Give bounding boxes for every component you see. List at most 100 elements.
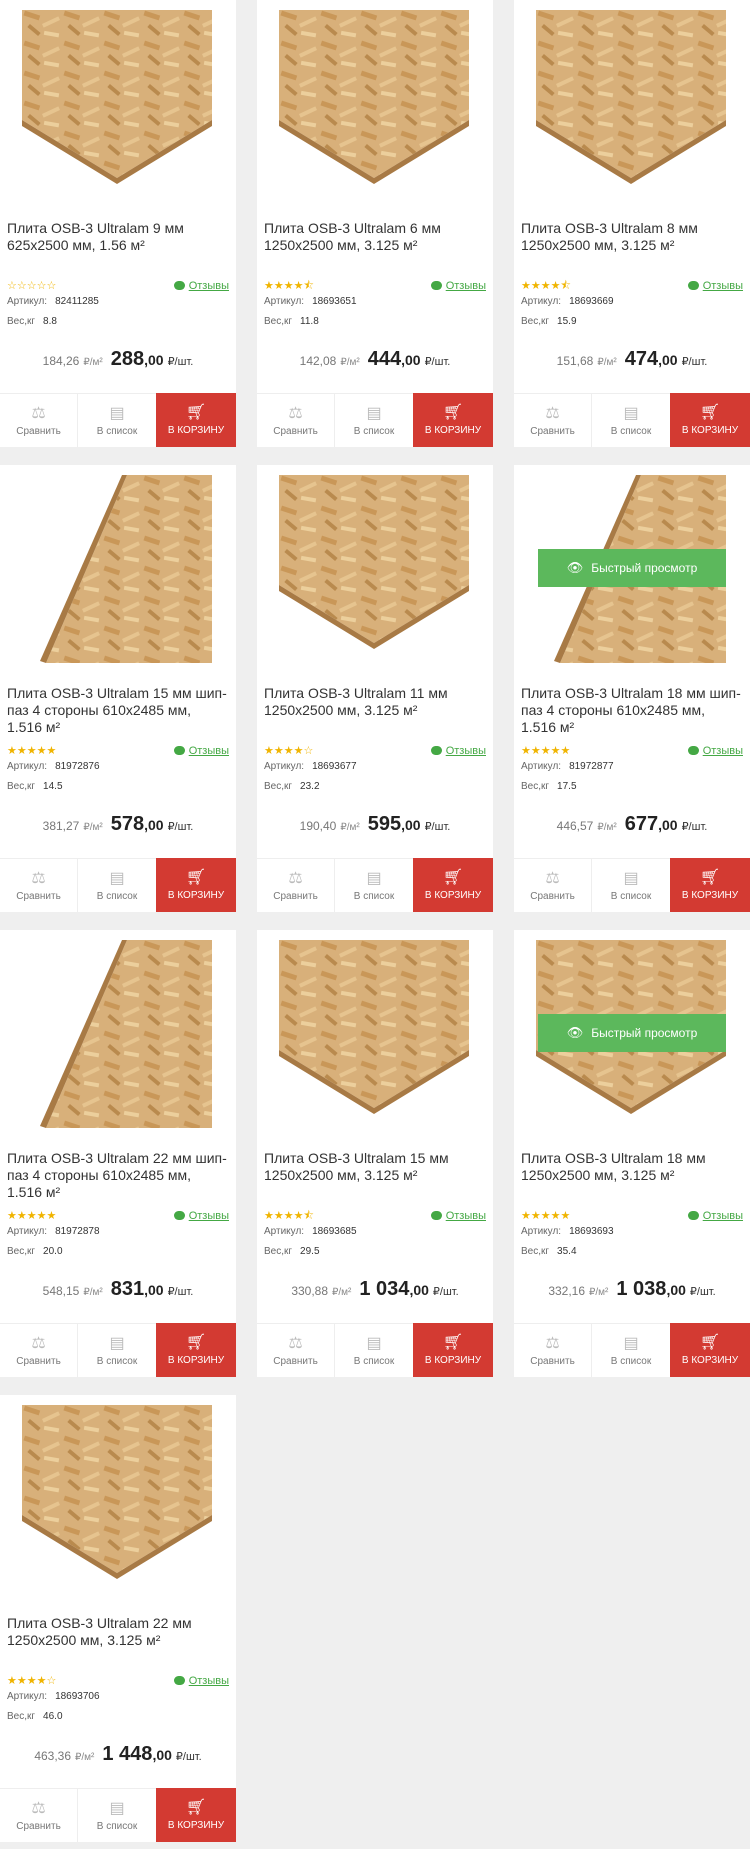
osb-board-illustration (40, 940, 212, 1128)
reviews-link[interactable]: Отзывы (430, 279, 486, 293)
add-to-cart-button[interactable]: 🛒︎ В КОРЗИНУ (156, 393, 236, 447)
product-title[interactable]: Плита OSB-3 Ultralam 11 мм 1250x2500 мм,… (264, 685, 486, 719)
product-image[interactable] (279, 475, 469, 663)
rating-stars: ★★★★★ (7, 745, 57, 757)
reviews-link[interactable]: Отзывы (687, 744, 743, 758)
add-to-list-button[interactable]: ▤ В список (78, 1323, 156, 1377)
compare-button[interactable]: ⚖ Сравнить (0, 858, 78, 912)
reviews-link[interactable]: Отзывы (173, 1209, 229, 1223)
add-to-list-button[interactable]: ▤ В список (78, 393, 156, 447)
price-cents: ,00 (144, 817, 164, 833)
reviews-link[interactable]: Отзывы (687, 279, 743, 293)
reviews-link[interactable]: Отзывы (687, 1209, 743, 1223)
product-title[interactable]: Плита OSB-3 Ultralam 8 мм 1250x2500 мм, … (521, 220, 743, 254)
price-cents: ,00 (658, 817, 678, 833)
compare-button[interactable]: ⚖ Сравнить (0, 1788, 78, 1842)
add-to-cart-button[interactable]: 🛒︎ В КОРЗИНУ (413, 1323, 493, 1377)
article-label: Артикул: (264, 761, 305, 772)
product-title[interactable]: Плита OSB-3 Ultralam 9 мм 625x2500 мм, 1… (7, 220, 229, 254)
weight-line: Вес,кг 35.4 (521, 1246, 577, 1257)
product-title[interactable]: Плита OSB-3 Ultralam 15 мм шип-паз 4 сто… (7, 685, 229, 736)
product-title[interactable]: Плита OSB-3 Ultralam 15 мм 1250x2500 мм,… (264, 1150, 486, 1184)
product-title[interactable]: Плита OSB-3 Ultralam 22 мм 1250x2500 мм,… (7, 1615, 229, 1649)
wishlist-label: В список (96, 1355, 138, 1367)
add-to-list-button[interactable]: ▤ В список (592, 393, 670, 447)
product-image[interactable] (279, 10, 469, 198)
compare-button[interactable]: ⚖ Сравнить (514, 393, 592, 447)
product-title[interactable]: Плита OSB-3 Ultralam 6 мм 1250x2500 мм, … (264, 220, 486, 254)
reviews-label: Отзывы (702, 1210, 743, 1222)
osb-board-illustration (279, 10, 469, 184)
reviews-link[interactable]: Отзывы (430, 744, 486, 758)
add-to-cart-button[interactable]: 🛒︎ В КОРЗИНУ (156, 1323, 236, 1377)
add-to-list-button[interactable]: ▤ В список (78, 858, 156, 912)
product-image[interactable] (536, 10, 726, 198)
compare-button[interactable]: ⚖ Сравнить (514, 1323, 592, 1377)
quick-view-button[interactable]: 👁 Быстрый просмотр (538, 1014, 726, 1052)
article-line: Артикул: 18693693 (521, 1226, 614, 1237)
add-to-list-button[interactable]: ▤ В список (78, 1788, 156, 1842)
chat-bubble-icon (687, 746, 699, 755)
article-label: Артикул: (264, 296, 305, 307)
price-unit: ₽/шт. (681, 821, 708, 833)
chat-bubble-icon (430, 1211, 442, 1220)
compare-button[interactable]: ⚖ Сравнить (514, 858, 592, 912)
board-surface (22, 1405, 212, 1573)
product-image[interactable] (279, 940, 469, 1128)
weight-line: Вес,кг 46.0 (7, 1711, 63, 1722)
wishlist-label: В список (96, 1820, 138, 1832)
add-to-cart-button[interactable]: 🛒︎ В КОРЗИНУ (156, 1788, 236, 1842)
quick-view-button[interactable]: 👁 Быстрый просмотр (538, 549, 726, 587)
add-to-cart-button[interactable]: 🛒︎ В КОРЗИНУ (670, 858, 750, 912)
compare-label: Сравнить (16, 1355, 61, 1367)
article-value: 81972878 (55, 1226, 100, 1237)
price-row: 142,08 ₽/м² 444,00 ₽/шт. (257, 348, 493, 371)
reviews-label: Отзывы (445, 745, 486, 757)
product-image[interactable] (22, 10, 212, 198)
weight-value: 11.8 (300, 316, 319, 327)
compare-button[interactable]: ⚖ Сравнить (0, 393, 78, 447)
add-to-cart-button[interactable]: 🛒︎ В КОРЗИНУ (670, 1323, 750, 1377)
price-main: 444 (367, 348, 402, 370)
rating-stars: ★★★★★ (521, 1210, 571, 1222)
compare-button[interactable]: ⚖ Сравнить (257, 393, 335, 447)
add-to-cart-button[interactable]: 🛒︎ В КОРЗИНУ (413, 393, 493, 447)
compare-button[interactable]: ⚖ Сравнить (257, 1323, 335, 1377)
weight-line: Вес,кг 17.5 (521, 781, 577, 792)
chat-bubble-icon (430, 746, 442, 755)
article-value: 18693685 (312, 1226, 357, 1237)
compare-button[interactable]: ⚖ Сравнить (0, 1323, 78, 1377)
add-to-list-button[interactable]: ▤ В список (335, 393, 413, 447)
product-title[interactable]: Плита OSB-3 Ultralam 22 мм шип-паз 4 сто… (7, 1150, 229, 1201)
price-main: 1 034 (359, 1278, 410, 1300)
product-title[interactable]: Плита OSB-3 Ultralam 18 мм шип-паз 4 сто… (521, 685, 743, 736)
board-surface (46, 940, 212, 1128)
card-actions: ⚖ Сравнить ▤ В список 🛒︎ В КОРЗИНУ (257, 393, 493, 447)
add-to-cart-button[interactable]: 🛒︎ В КОРЗИНУ (156, 858, 236, 912)
reviews-link[interactable]: Отзывы (173, 744, 229, 758)
add-to-list-button[interactable]: ▤ В список (592, 858, 670, 912)
reviews-link[interactable]: Отзывы (173, 1674, 229, 1688)
rating-row: ★★★★★ Отзывы (521, 744, 743, 758)
price-unit: ₽/шт. (424, 356, 451, 368)
product-image[interactable] (22, 940, 212, 1128)
reviews-label: Отзывы (445, 280, 486, 292)
cart-icon: 🛒︎ (185, 869, 207, 886)
list-icon: ▤ (623, 404, 639, 422)
add-to-list-button[interactable]: ▤ В список (335, 858, 413, 912)
product-image[interactable] (22, 475, 212, 663)
product-image[interactable] (22, 1405, 212, 1593)
article-value: 81972877 (569, 761, 614, 772)
reviews-link[interactable]: Отзывы (430, 1209, 486, 1223)
add-to-list-button[interactable]: ▤ В список (335, 1323, 413, 1377)
add-to-cart-button[interactable]: 🛒︎ В КОРЗИНУ (670, 393, 750, 447)
board-surface (46, 475, 212, 663)
add-to-cart-button[interactable]: 🛒︎ В КОРЗИНУ (413, 858, 493, 912)
product-title[interactable]: Плита OSB-3 Ultralam 18 мм 1250x2500 мм,… (521, 1150, 743, 1184)
add-to-list-button[interactable]: ▤ В список (592, 1323, 670, 1377)
price-unit: ₽/шт. (167, 356, 194, 368)
article-line: Артикул: 18693669 (521, 296, 614, 307)
reviews-link[interactable]: Отзывы (173, 279, 229, 293)
price-main: 831 (110, 1278, 145, 1300)
compare-button[interactable]: ⚖ Сравнить (257, 858, 335, 912)
